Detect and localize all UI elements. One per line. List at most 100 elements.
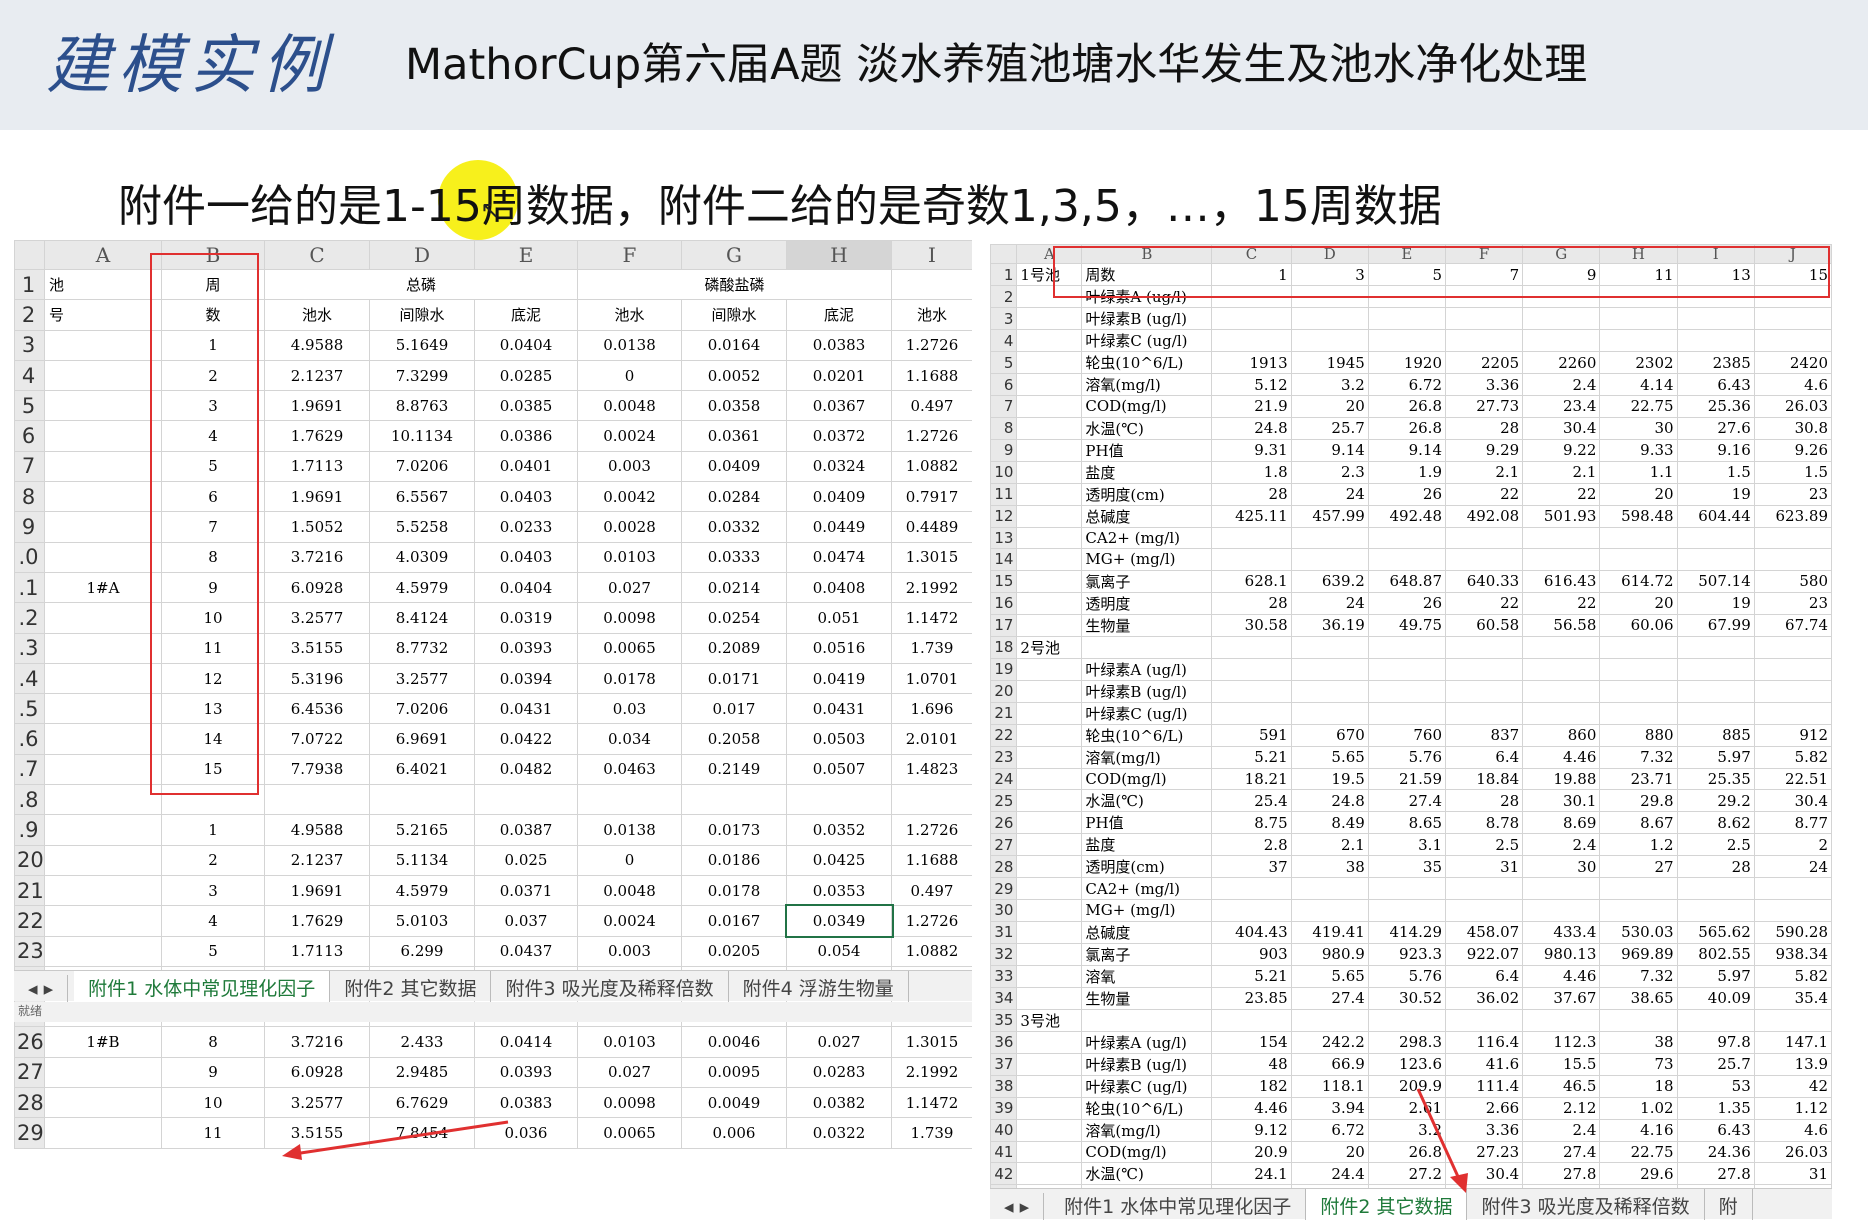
value-cell[interactable]: 3.36 — [1444, 373, 1524, 396]
value-cell[interactable]: 27.6 — [1676, 416, 1755, 440]
pool-cell[interactable] — [44, 390, 162, 422]
value-cell[interactable]: 112.3 — [1522, 1030, 1601, 1054]
value-cell[interactable] — [369, 784, 475, 816]
row-number[interactable]: 33 — [990, 964, 1018, 988]
value-cell[interactable]: 46.5 — [1522, 1074, 1601, 1098]
value-cell[interactable] — [1444, 679, 1524, 703]
pool-cell[interactable] — [1016, 679, 1083, 703]
value-cell[interactable]: 0.0333 — [681, 541, 787, 573]
value-cell[interactable]: 19.88 — [1522, 767, 1601, 791]
value-cell[interactable]: 4.9588 — [264, 814, 370, 846]
value-cell[interactable]: 614.72 — [1599, 569, 1678, 593]
indicator-label-cell[interactable]: PH值 — [1081, 811, 1213, 835]
value-cell[interactable]: 9.26 — [1753, 438, 1832, 462]
value-cell[interactable]: 0.0205 — [681, 935, 787, 967]
sheet-nav-arrows[interactable]: ◂ ▸ — [14, 975, 69, 1003]
pool-cell[interactable] — [44, 935, 162, 967]
value-cell[interactable]: 5.1649 — [369, 329, 475, 361]
value-cell[interactable]: 1.5 — [1676, 460, 1755, 484]
value-cell[interactable]: 0.0052 — [681, 359, 787, 392]
pool-cell[interactable] — [44, 329, 162, 361]
row-number[interactable]: 27 — [14, 1056, 45, 1089]
value-cell[interactable]: 5.21 — [1211, 964, 1292, 988]
value-cell[interactable]: 7.32 — [1599, 964, 1678, 988]
row-number[interactable]: 8 — [14, 481, 45, 513]
value-cell[interactable]: 35 — [1367, 855, 1447, 879]
value-cell[interactable]: 0.0065 — [577, 1117, 682, 1149]
value-cell[interactable] — [1599, 635, 1678, 659]
value-cell[interactable]: 8.77 — [1753, 811, 1832, 835]
value-cell[interactable] — [1599, 307, 1678, 330]
value-cell[interactable]: 0.0463 — [577, 753, 682, 786]
row-number[interactable]: 8 — [990, 416, 1018, 440]
value-cell[interactable]: 0.0178 — [681, 874, 787, 907]
value-cell[interactable]: 0.0214 — [681, 571, 787, 604]
row-number[interactable]: 1 — [14, 268, 45, 301]
value-cell[interactable] — [1290, 898, 1369, 922]
value-cell[interactable]: 123.6 — [1367, 1052, 1447, 1076]
value-cell[interactable] — [1599, 679, 1678, 703]
value-cell[interactable] — [1599, 548, 1678, 571]
value-cell[interactable]: 3.7216 — [264, 541, 370, 573]
indicator-label-cell[interactable]: COD(mg/l) — [1081, 767, 1213, 791]
value-cell[interactable]: 4.6 — [1753, 373, 1832, 396]
value-cell[interactable] — [1599, 898, 1678, 922]
value-cell[interactable] — [1753, 701, 1832, 725]
pool-cell[interactable] — [44, 814, 162, 846]
value-cell[interactable]: 28 — [1211, 591, 1292, 615]
value-cell[interactable] — [1290, 548, 1369, 571]
value-cell[interactable] — [681, 784, 787, 816]
value-cell[interactable] — [1211, 1008, 1292, 1032]
value-cell[interactable] — [1522, 657, 1601, 681]
value-cell[interactable]: 10.1134 — [369, 420, 475, 452]
value-cell[interactable] — [1599, 657, 1678, 681]
value-cell[interactable]: 0.027 — [786, 1026, 892, 1058]
value-cell[interactable]: 648.87 — [1367, 569, 1447, 593]
value-cell[interactable] — [1211, 548, 1292, 571]
value-cell[interactable] — [1676, 307, 1755, 330]
value-cell[interactable]: 0.0254 — [681, 602, 787, 634]
value-cell[interactable]: 0.0385 — [474, 390, 578, 422]
value-cell[interactable]: 880 — [1599, 723, 1678, 747]
value-cell[interactable]: 1913 — [1211, 351, 1292, 374]
value-cell[interactable]: 19 — [1676, 591, 1755, 615]
pool-cell[interactable] — [1016, 1162, 1083, 1186]
row-number[interactable]: 6 — [990, 373, 1018, 396]
row-number[interactable]: .5 — [14, 693, 45, 725]
row-number[interactable]: 37 — [990, 1052, 1018, 1076]
indicator-label-cell[interactable]: 轮虫(10^6/L) — [1081, 723, 1213, 747]
value-cell[interactable]: 7.0206 — [369, 693, 475, 725]
value-cell[interactable] — [1444, 657, 1524, 681]
value-cell[interactable]: 1.1688 — [891, 844, 972, 876]
row-number[interactable]: 12 — [990, 504, 1018, 528]
value-cell[interactable]: 1.739 — [891, 632, 972, 664]
value-cell[interactable] — [1753, 329, 1832, 352]
value-cell[interactable]: 0.0404 — [474, 571, 578, 604]
value-cell[interactable]: 1.1472 — [891, 1087, 972, 1119]
row-number[interactable]: 24 — [990, 767, 1018, 791]
pool-cell[interactable] — [1016, 351, 1083, 374]
value-cell[interactable]: 8.4124 — [369, 602, 475, 634]
value-cell[interactable] — [1522, 1008, 1601, 1032]
pool-cell[interactable] — [44, 723, 162, 755]
pool-cell[interactable] — [1016, 416, 1083, 440]
value-cell[interactable]: 1920 — [1367, 351, 1447, 374]
value-cell[interactable] — [1676, 657, 1755, 681]
value-cell[interactable]: 419.41 — [1290, 920, 1369, 944]
value-cell[interactable]: 23 — [1753, 591, 1832, 615]
value-cell[interactable]: 0.025 — [474, 844, 578, 876]
row-number[interactable]: 34 — [990, 986, 1018, 1010]
value-cell[interactable]: 36.19 — [1290, 613, 1369, 637]
value-cell[interactable]: 37 — [1211, 855, 1292, 879]
value-cell[interactable]: 640.33 — [1444, 569, 1524, 593]
value-cell[interactable]: 0.0449 — [786, 511, 892, 543]
value-cell[interactable]: 5.2165 — [369, 814, 475, 846]
value-cell[interactable]: 0.0284 — [681, 481, 787, 513]
value-cell[interactable]: 1.7113 — [264, 935, 370, 967]
value-cell[interactable]: 0.0103 — [577, 1026, 682, 1058]
row-number[interactable]: 29 — [14, 1117, 45, 1149]
value-cell[interactable]: 23.71 — [1599, 767, 1678, 791]
value-cell[interactable]: 0.006 — [681, 1117, 787, 1149]
row-number[interactable]: 14 — [990, 548, 1018, 571]
value-cell[interactable] — [1599, 701, 1678, 725]
